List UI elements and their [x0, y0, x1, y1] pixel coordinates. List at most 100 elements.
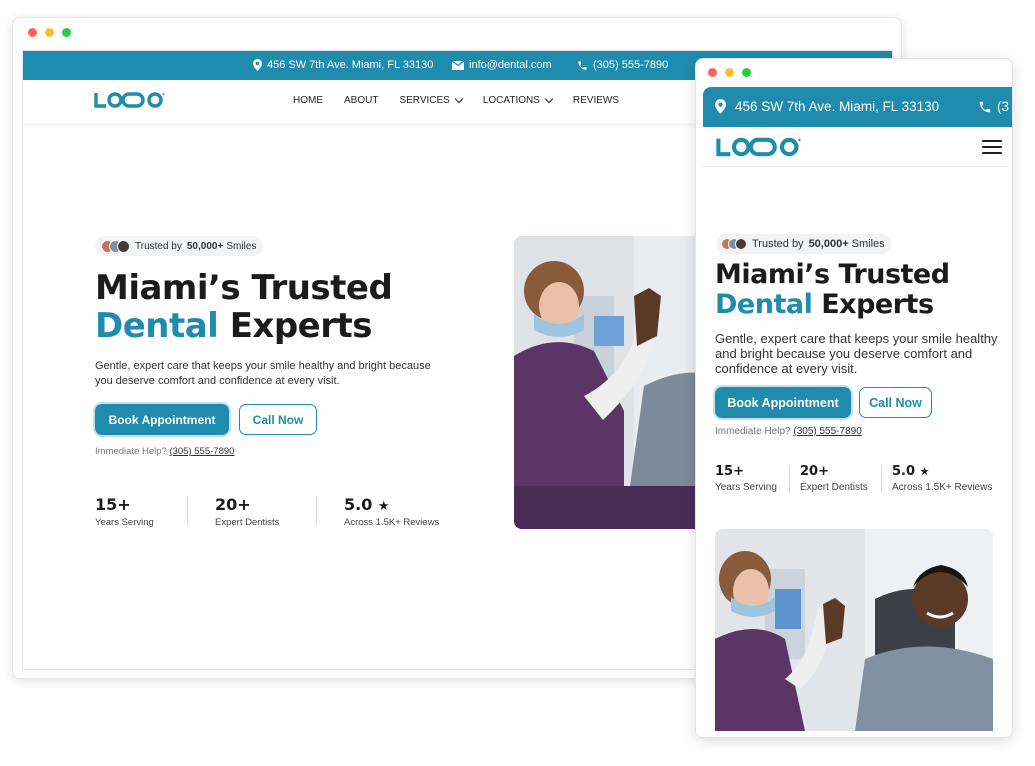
- hero-title-accent: Dental: [715, 289, 813, 321]
- avatar-group: [101, 239, 130, 253]
- email-text: info@dental.com: [469, 59, 552, 71]
- stat-dentists: 20+ Expert Dentists: [800, 464, 868, 493]
- email-item[interactable]: info@dental.com: [452, 59, 552, 71]
- mail-icon: [452, 60, 464, 70]
- maximize-dot[interactable]: [742, 68, 751, 77]
- book-appointment-button[interactable]: Book Appointment: [715, 387, 851, 418]
- nav-item-reviews[interactable]: REVIEWS: [573, 95, 619, 106]
- badge-count: 50,000+: [186, 240, 224, 252]
- hero-title: Miami’s Trusted Dental Experts: [715, 259, 950, 321]
- hero-subtitle: Gentle, expert care that keeps your smil…: [715, 331, 998, 376]
- stat-value: 5.0: [344, 495, 373, 514]
- dentist-high-five-image: [715, 529, 993, 731]
- address-text: 456 SW 7th Ave. Miami, FL 33130: [267, 59, 434, 71]
- divider: [187, 496, 188, 524]
- address-item[interactable]: 456 SW 7th Ave. Miami, FL 33130: [253, 59, 433, 71]
- stat-label: Expert Dentists: [800, 482, 868, 493]
- hero-title-line1: Miami’s Trusted: [715, 259, 950, 290]
- stat-value: 15+: [95, 495, 131, 514]
- nav-label: REVIEWS: [572, 95, 620, 106]
- maximize-dot[interactable]: [62, 28, 71, 37]
- nav-label: HOME: [293, 95, 323, 106]
- logo[interactable]: [93, 90, 165, 110]
- hamburger-menu-icon[interactable]: [982, 140, 1002, 154]
- hero-title-rest: Experts: [821, 289, 934, 321]
- close-dot[interactable]: [708, 68, 717, 77]
- hero-title-accent: Dental: [95, 306, 219, 347]
- stat-reviews: 5.0 ★ Across 1.5K+ Reviews: [344, 495, 439, 528]
- trust-badge: Trusted by 50,000+ Smiles: [716, 234, 892, 254]
- call-now-button[interactable]: Call Now: [239, 404, 317, 435]
- chevron-down-icon: [544, 94, 554, 104]
- mobile-navbar: [703, 127, 1008, 167]
- avatar: [735, 238, 747, 250]
- nav-item-locations[interactable]: LOCATIONS: [482, 94, 554, 106]
- help-phone-link[interactable]: (305) 555-7890: [169, 446, 234, 457]
- phone-item[interactable]: (305) 555-7890: [577, 59, 668, 71]
- minimize-dot[interactable]: [725, 68, 734, 77]
- stat-dentists: 20+ Expert Dentists: [215, 495, 279, 528]
- nav-item-home[interactable]: HOME: [293, 95, 323, 106]
- map-pin-icon: [715, 99, 726, 114]
- phone-text: (305) 555-7890: [593, 59, 669, 71]
- stat-years: 15+ Years Serving: [715, 464, 777, 493]
- nav-item-services[interactable]: SERVICES: [399, 94, 464, 106]
- divider: [316, 496, 317, 524]
- trust-badge: Trusted by 50,000+ Smiles: [95, 236, 264, 256]
- hero-photo: [715, 529, 993, 731]
- avatar-group: [721, 238, 747, 250]
- stat-value: 20+: [800, 464, 829, 479]
- minimize-dot[interactable]: [45, 28, 54, 37]
- help-label: Immediate Help?: [715, 426, 791, 437]
- stat-reviews: 5.0 ★ Across 1.5K+ Reviews: [892, 464, 992, 493]
- stat-value: 20+: [215, 495, 251, 514]
- badge-suffix: Smiles: [851, 238, 885, 250]
- phone-text: (3: [997, 99, 1010, 114]
- avatar: [117, 239, 130, 253]
- help-label: Immediate Help?: [95, 446, 167, 457]
- badge-suffix: Smiles: [226, 240, 257, 252]
- phone-item[interactable]: (3: [978, 99, 1009, 114]
- hero-title: Miami’s Trusted Dental Experts: [95, 268, 393, 347]
- address-text: 456 SW 7th Ave. Miami, FL 33130: [735, 99, 940, 114]
- book-appointment-button[interactable]: Book Appointment: [95, 404, 229, 435]
- stat-label: Across 1.5K+ Reviews: [892, 482, 993, 493]
- chevron-down-icon: [454, 94, 464, 104]
- nav-item-about[interactable]: ABOUT: [344, 95, 378, 106]
- star-icon: ★: [377, 499, 390, 514]
- immediate-help: Immediate Help? (305) 555-7890: [715, 426, 862, 437]
- stat-label: Across 1.5K+ Reviews: [344, 517, 440, 528]
- help-phone-link[interactable]: (305) 555-7890: [793, 426, 861, 437]
- star-icon: ★: [919, 465, 930, 478]
- phone-icon: [979, 101, 991, 112]
- stat-label: Years Serving: [95, 517, 154, 528]
- badge-prefix: Trusted by: [135, 240, 182, 252]
- stat-label: Years Serving: [715, 482, 777, 493]
- nav-label: LOCATIONS: [482, 95, 540, 106]
- stat-label: Expert Dentists: [215, 517, 280, 528]
- address-item[interactable]: 456 SW 7th Ave. Miami, FL 33130: [715, 99, 939, 114]
- window-controls: [28, 28, 71, 37]
- stat-value: 5.0: [892, 464, 916, 479]
- immediate-help: Immediate Help? (305) 555-7890: [95, 446, 234, 457]
- dentist-high-five-image: [514, 236, 714, 529]
- hero-title-rest: Experts: [229, 306, 373, 347]
- divider: [881, 466, 882, 493]
- hero-photo: [514, 236, 714, 529]
- mobile-browser-window: 456 SW 7th Ave. Miami, FL 33130 (3 Trust…: [695, 58, 1013, 738]
- nav-label: SERVICES: [399, 95, 450, 106]
- hero-subtitle: Gentle, expert care that keeps your smil…: [95, 360, 431, 388]
- logo[interactable]: [712, 135, 804, 159]
- mobile-contact-bar: 456 SW 7th Ave. Miami, FL 33130 (3: [703, 87, 1012, 127]
- divider: [789, 466, 790, 493]
- badge-count: 50,000+: [808, 238, 849, 250]
- logo-mark: [94, 92, 165, 108]
- window-controls: [708, 68, 751, 77]
- nav-links: HOME ABOUT SERVICES LOCATIONS REVIEWS: [293, 94, 640, 106]
- badge-prefix: Trusted by: [752, 238, 804, 250]
- close-dot[interactable]: [28, 28, 37, 37]
- call-now-button[interactable]: Call Now: [859, 387, 932, 418]
- hero-title-line1: Miami’s Trusted: [95, 268, 393, 308]
- nav-label: ABOUT: [344, 95, 379, 106]
- stat-value: 15+: [715, 464, 744, 479]
